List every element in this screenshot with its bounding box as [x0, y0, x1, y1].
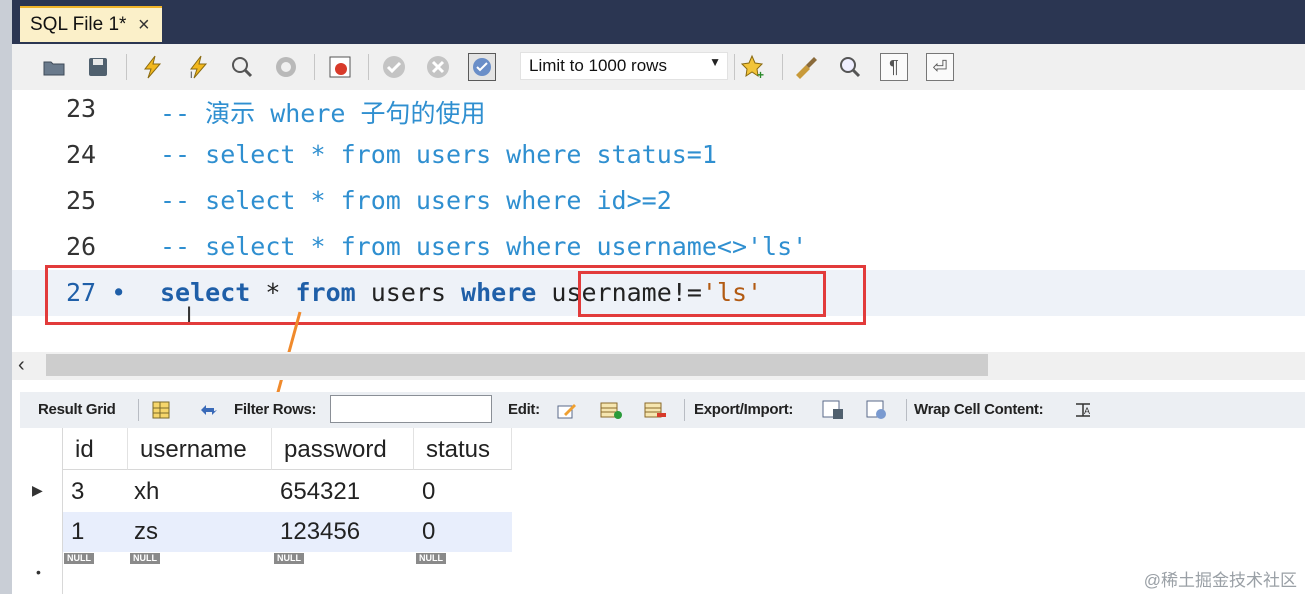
rollback-icon[interactable] [424, 53, 452, 81]
toolbar-separator [684, 399, 685, 421]
row-header-gutter: ▶ • [20, 428, 63, 594]
filter-rows-input[interactable] [330, 395, 492, 423]
open-folder-icon[interactable] [40, 53, 68, 81]
new-row-asterisk-icon: • [36, 564, 41, 580]
table-cell[interactable]: 0 [414, 512, 512, 552]
tab-sql-file[interactable]: SQL File 1* × [20, 6, 162, 42]
current-row-arrow-icon: ▶ [32, 482, 43, 498]
text-cursor-icon: I [186, 302, 193, 327]
watermark: @稀土掘金技术社区 [1143, 571, 1297, 590]
toolbar-separator [314, 54, 315, 80]
autocommit-icon[interactable] [468, 53, 496, 81]
line-number: 26 [66, 232, 97, 261]
toggle-error-icon[interactable] [326, 53, 354, 81]
null-badge: NULL [64, 553, 94, 564]
table-cell[interactable]: xh [128, 472, 272, 512]
code-line-comment: -- select * from users where username<>'… [160, 232, 808, 261]
line-number: 23 [66, 94, 97, 123]
find-icon[interactable] [836, 53, 864, 81]
export-import-label: Export/Import: [694, 401, 794, 418]
execute-current-icon[interactable]: I [184, 53, 212, 81]
add-row-icon[interactable] [598, 398, 624, 422]
edit-label: Edit: [508, 401, 540, 418]
bookmark-icon[interactable]: + [740, 53, 768, 81]
result-grid[interactable]: ▶ • id username password status 3 xh 654… [20, 428, 1305, 594]
grid-view-icon[interactable] [148, 398, 174, 422]
commit-icon[interactable] [380, 53, 408, 81]
result-toolbar: Result Grid Filter Rows: Edit: Export/Im… [20, 392, 1305, 429]
table-cell[interactable]: 123456 [272, 512, 414, 552]
result-grid-label: Result Grid [38, 401, 116, 418]
filter-rows-label: Filter Rows: [234, 401, 317, 418]
execute-icon[interactable] [138, 53, 166, 81]
toolbar-separator [734, 54, 735, 80]
beautify-icon[interactable] [792, 53, 820, 81]
null-badge: NULL [274, 553, 304, 564]
refresh-icon[interactable] [196, 398, 222, 422]
stop-icon[interactable] [272, 53, 300, 81]
column-header-id[interactable]: id [63, 428, 128, 470]
highlight-box-condition [578, 271, 826, 317]
toolbar-separator [368, 54, 369, 80]
export-icon[interactable] [820, 398, 846, 422]
tab-close-icon[interactable]: × [138, 14, 150, 37]
code-line-comment: -- 演示 where 子句的使用 [160, 99, 486, 128]
line-number: 25 [66, 186, 97, 215]
svg-text:+: + [757, 68, 764, 80]
explain-icon[interactable] [228, 53, 256, 81]
table-cell[interactable]: 3 [63, 472, 128, 512]
null-badge: NULL [416, 553, 446, 564]
table-cell[interactable]: zs [128, 512, 272, 552]
wrap-cell-icon[interactable]: A [1070, 398, 1096, 422]
edit-row-icon[interactable] [554, 398, 580, 422]
svg-text:I: I [190, 70, 193, 79]
sql-editor[interactable]: 23 -- 演示 where 子句的使用 24 -- select * from… [12, 90, 1305, 352]
toolbar-separator [906, 399, 907, 421]
table-cell[interactable]: 1 [63, 512, 128, 552]
chevron-down-icon: ▼ [709, 55, 721, 69]
table-cell[interactable]: 654321 [272, 472, 414, 512]
column-header-status[interactable]: status [414, 428, 512, 470]
wrap-icon[interactable]: ⏎ [926, 53, 954, 81]
invisible-chars-icon[interactable]: ¶ [880, 53, 908, 81]
column-header-username[interactable]: username [128, 428, 272, 470]
svg-text:A: A [1084, 406, 1090, 416]
save-icon[interactable] [84, 53, 112, 81]
import-icon[interactable] [864, 398, 890, 422]
toolbar-separator [138, 399, 139, 421]
null-badge: NULL [130, 553, 160, 564]
scroll-left-icon[interactable]: ‹ [18, 354, 25, 377]
editor-toolbar: I Limit to 1000 rows ▼ + ¶ ⏎ [12, 44, 1305, 91]
wrap-cell-label: Wrap Cell Content: [914, 401, 1044, 418]
toolbar-separator [126, 54, 127, 80]
title-bar [0, 0, 1305, 44]
column-header-password[interactable]: password [272, 428, 414, 470]
left-panel-edge [0, 0, 12, 594]
delete-row-icon[interactable] [642, 398, 668, 422]
limit-rows-select[interactable]: Limit to 1000 rows ▼ [520, 52, 728, 80]
toolbar-separator [782, 54, 783, 80]
code-line-comment: -- select * from users where status=1 [160, 140, 717, 169]
code-line-comment: -- select * from users where id>=2 [160, 186, 672, 215]
tab-label: SQL File 1* [30, 14, 127, 35]
table-cell[interactable]: 0 [414, 472, 512, 512]
editor-horizontal-scrollbar[interactable]: ‹ [12, 352, 1305, 380]
line-number: 24 [66, 140, 97, 169]
scrollbar-thumb[interactable] [46, 354, 988, 376]
limit-rows-value: Limit to 1000 rows [529, 56, 667, 75]
